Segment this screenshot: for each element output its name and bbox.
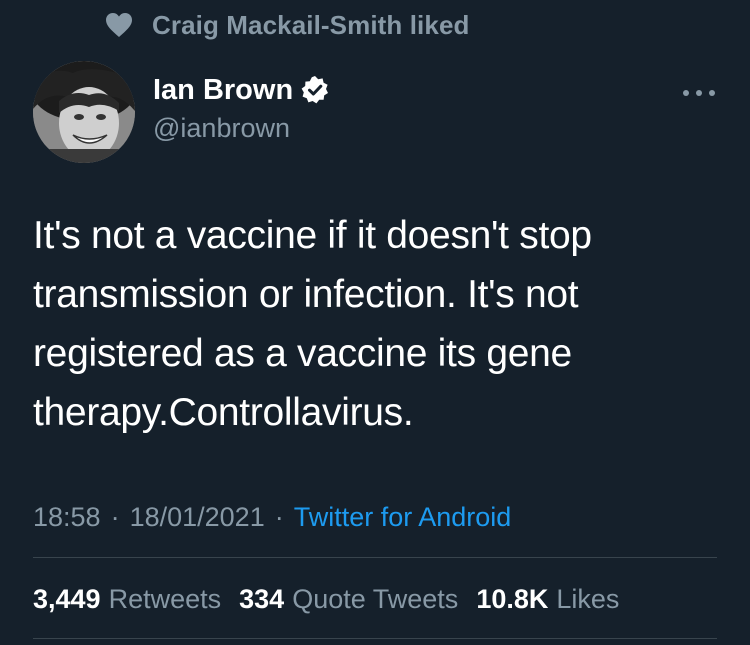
tweet-metadata: 18:58 · 18/01/2021 · Twitter for Android: [33, 500, 511, 534]
display-name[interactable]: Ian Brown: [153, 74, 293, 107]
tweet-date[interactable]: 18/01/2021: [130, 502, 265, 533]
name-row: Ian Brown: [153, 72, 330, 108]
social-context[interactable]: Craig Mackail-Smith liked: [105, 10, 469, 40]
retweets-stat[interactable]: 3,449 Retweets: [33, 584, 221, 615]
quote-tweets-count: 334: [239, 583, 285, 614]
engagement-stats: 3,449 Retweets 334 Quote Tweets 10.8K Li…: [33, 582, 637, 616]
quote-tweets-stat[interactable]: 334 Quote Tweets: [239, 584, 458, 615]
meta-separator: ·: [110, 501, 120, 532]
likes-stat[interactable]: 10.8K Likes: [476, 584, 619, 615]
tweet-source-link[interactable]: Twitter for Android: [294, 502, 512, 533]
tweet-text-line: transmission or infection. It's not: [33, 273, 579, 316]
avatar-image: [33, 61, 135, 163]
meta-separator: ·: [274, 501, 284, 532]
likes-count: 10.8K: [476, 583, 549, 614]
tweet-text-line: registered as a vaccine its gene: [33, 332, 572, 375]
divider: [33, 557, 717, 558]
tweet-text-line: therapy.Controllavirus.: [33, 391, 414, 434]
more-dot: [696, 90, 702, 96]
heart-icon: [106, 13, 132, 37]
social-context-text: Craig Mackail-Smith liked: [152, 9, 470, 40]
retweets-label: Retweets: [108, 583, 222, 614]
more-options-icon[interactable]: [683, 86, 715, 100]
avatar[interactable]: [33, 61, 135, 163]
author-block: Ian Brown @ianbrown: [153, 72, 330, 145]
more-dot: [709, 90, 715, 96]
user-handle[interactable]: @ianbrown: [153, 111, 330, 145]
more-dot: [683, 90, 689, 96]
tweet-text: It's not a vaccine if it doesn't stop tr…: [33, 206, 723, 442]
divider: [33, 638, 717, 639]
likes-label: Likes: [556, 583, 620, 614]
tweet-text-line: It's not a vaccine if it doesn't stop: [33, 214, 592, 257]
tweet-time[interactable]: 18:58: [33, 502, 101, 533]
verified-badge-icon: [301, 76, 329, 104]
quote-tweets-label: Quote Tweets: [292, 583, 459, 614]
retweets-count: 3,449: [33, 583, 101, 614]
